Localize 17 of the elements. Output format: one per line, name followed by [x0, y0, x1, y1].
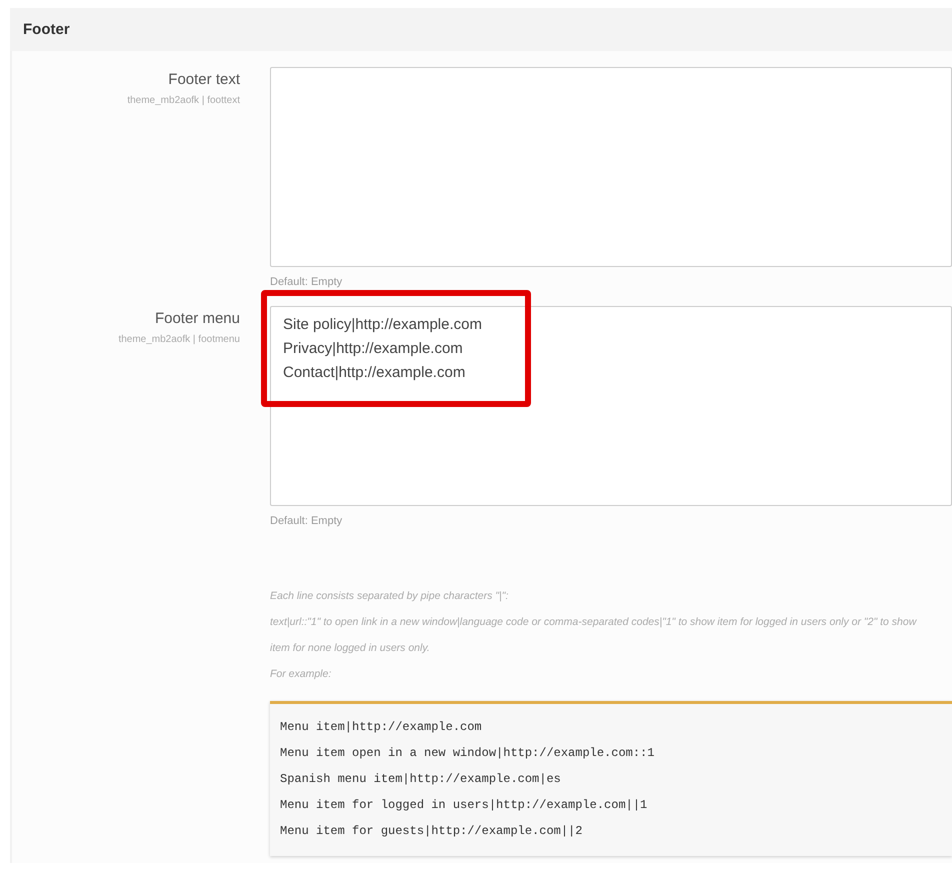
textarea-field[interactable] [270, 67, 952, 267]
code-line: Menu item|http://example.com [280, 719, 483, 736]
textarea-field[interactable]: Site policy|http://example.com Privacy|http://example.com Contact|http://example.com [270, 306, 952, 506]
code-line: Menu item for logged in users|http://example.com||1 [280, 797, 648, 814]
default-note: Default: Empty [270, 276, 344, 288]
help-text: text|url::"1" to open link in a new window|language code or comma-separated codes|"1" to show item for logged in users only or "2" to show item for none logged in users only. [270, 615, 918, 656]
code-line: Spanish menu item|http://example.com|es [280, 771, 562, 788]
code-line: Menu item open in a new window|http://example.com::1 [280, 745, 656, 762]
help-text: Each line consists separated by pipe characters "|": [270, 589, 510, 604]
section-title: Footer [23, 21, 70, 38]
setting-id: theme_mb2aofk | footmenu [117, 334, 240, 345]
setting-label: Footer text [167, 71, 240, 88]
code-line: Menu item for guests|http://example.com||2 [280, 823, 584, 840]
setting-label: Footer menu [154, 310, 240, 327]
setting-id: theme_mb2aofk | foottext [126, 95, 240, 106]
default-note: Default: Empty [270, 515, 344, 527]
help-text: For example: [270, 667, 332, 682]
